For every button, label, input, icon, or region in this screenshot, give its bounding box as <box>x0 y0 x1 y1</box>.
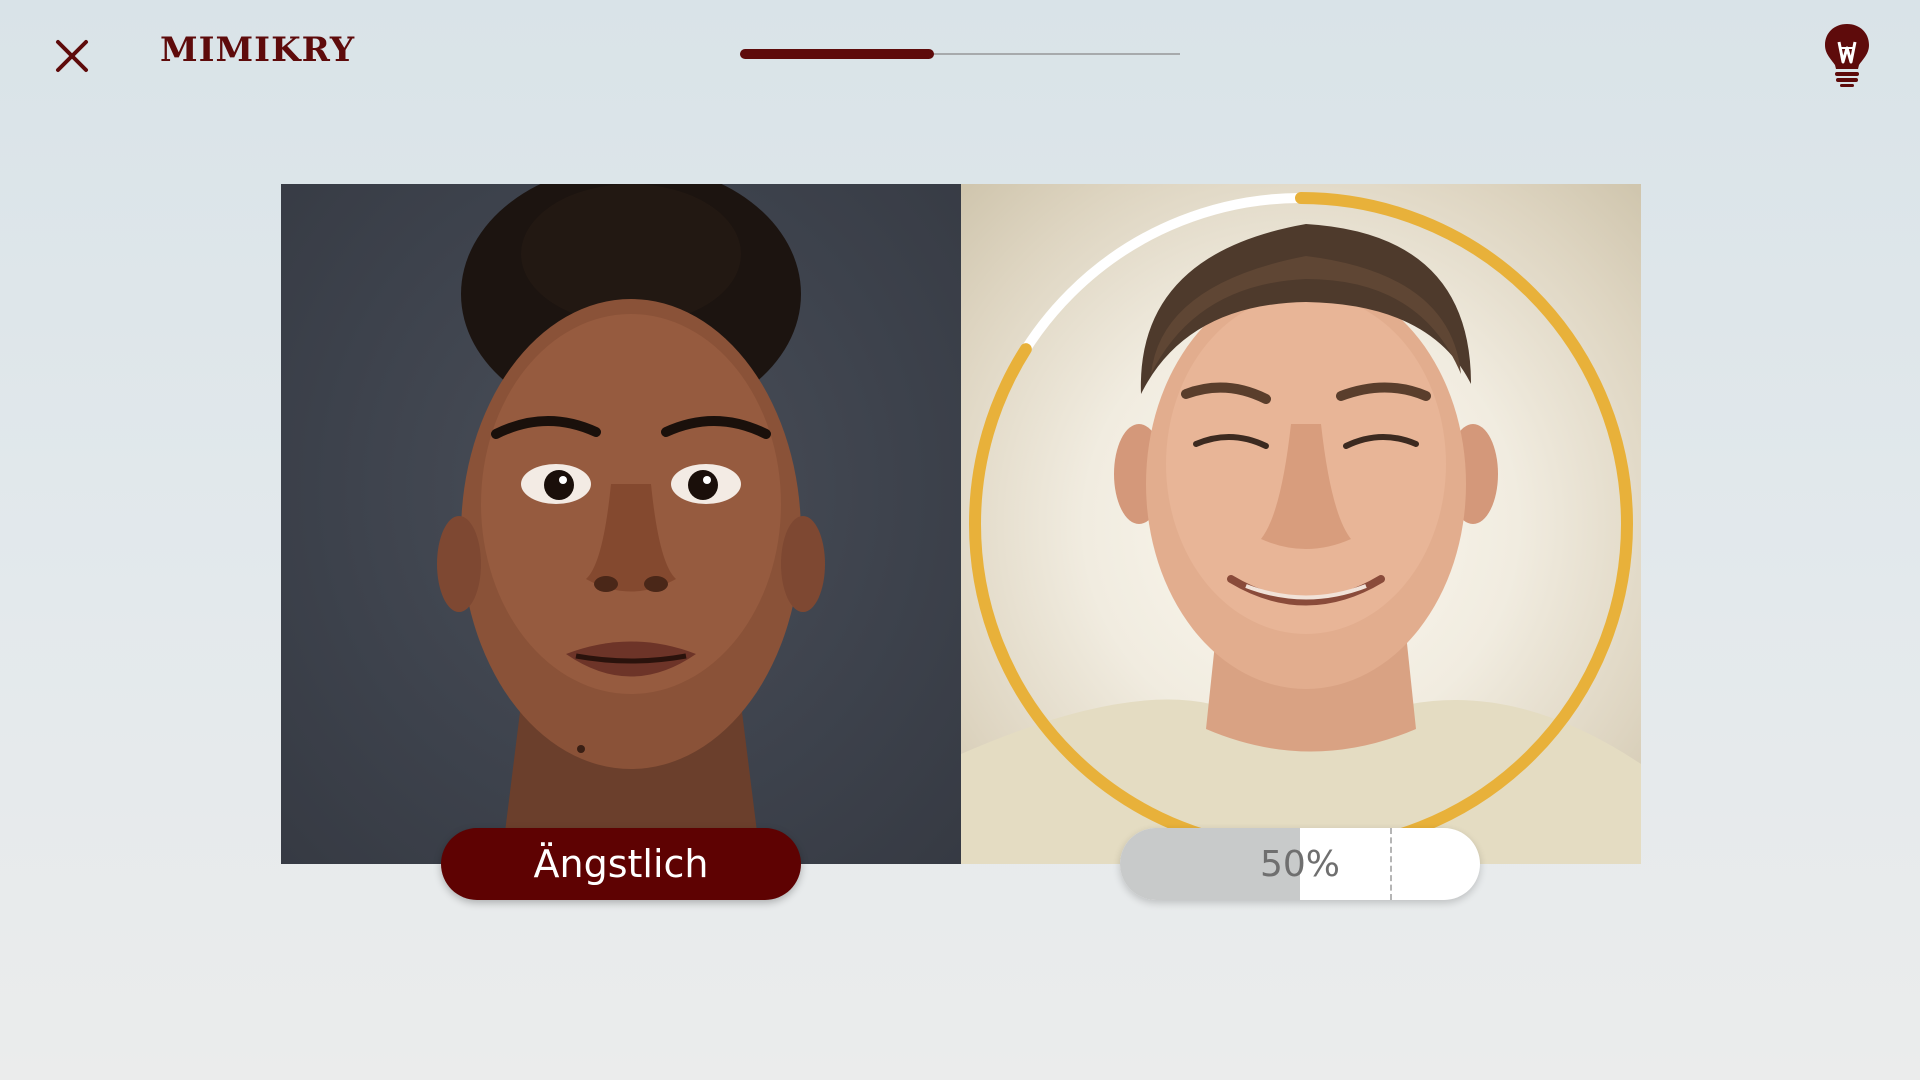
match-score-text: 50% <box>1259 843 1340 885</box>
match-score-bar: 50% <box>1120 828 1480 900</box>
target-face-image <box>281 184 961 864</box>
lightbulb-icon <box>1825 24 1869 87</box>
user-camera-view <box>961 184 1641 864</box>
emotion-label-button[interactable]: Ängstlich <box>441 828 801 900</box>
target-face-illustration <box>437 184 825 864</box>
user-face-illustration <box>961 192 1641 864</box>
close-button[interactable] <box>52 36 92 76</box>
emotion-label: Ängstlich <box>533 842 709 886</box>
app-title: MIMIKRY <box>160 30 356 70</box>
lesson-progress-bar <box>740 49 1180 59</box>
close-icon <box>56 40 88 72</box>
lesson-progress-fill <box>740 49 934 59</box>
hint-button[interactable] <box>1822 22 1872 88</box>
